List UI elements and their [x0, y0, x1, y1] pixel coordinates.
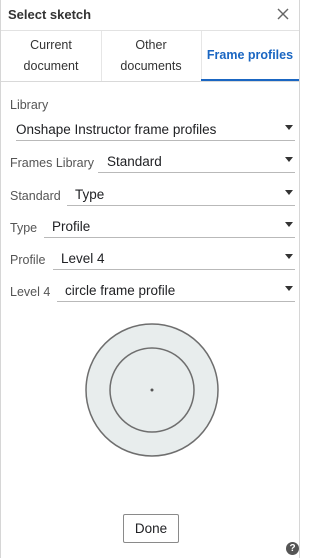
type-value: Profile	[52, 219, 91, 234]
select-sketch-dialog: Select sketch Current document Other doc…	[0, 0, 300, 558]
tab-label: Other	[135, 38, 167, 52]
done-button[interactable]: Done	[123, 514, 179, 543]
tab-label: Frame profiles	[206, 47, 294, 62]
dialog-titlebar: Select sketch	[1, 0, 299, 31]
tab-label: Current	[30, 38, 72, 52]
standard-select[interactable]: Type	[67, 184, 295, 206]
chevron-down-icon	[285, 125, 293, 130]
level4-select[interactable]: circle frame profile	[57, 280, 295, 302]
tab-bar: Current document Other documents Frame p…	[1, 31, 299, 82]
library-label: Library	[10, 98, 49, 112]
profile-select[interactable]: Level 4	[53, 248, 295, 270]
dialog-title: Select sketch	[8, 7, 92, 22]
tab-label: documents	[120, 59, 182, 73]
chevron-down-icon	[285, 222, 293, 227]
frames-library-value: Standard	[107, 154, 162, 169]
tab-frame-profiles[interactable]: Frame profiles	[201, 31, 299, 81]
chevron-down-icon	[285, 190, 293, 195]
library-select[interactable]: Onshape Instructor frame profiles	[16, 119, 295, 141]
standard-label: Standard	[10, 189, 61, 203]
library-value: Onshape Instructor frame profiles	[16, 122, 217, 137]
frames-library-select[interactable]: Standard	[98, 151, 295, 173]
profile-label: Profile	[10, 253, 46, 267]
frames-library-label: Frames Library	[10, 156, 95, 170]
close-icon[interactable]	[275, 6, 291, 22]
tab-label: document	[23, 59, 79, 73]
level4-value: circle frame profile	[65, 283, 176, 298]
chevron-down-icon	[285, 286, 293, 291]
standard-value: Type	[75, 187, 105, 202]
type-label: Type	[10, 221, 38, 235]
profile-value: Level 4	[61, 251, 105, 266]
tab-current-document[interactable]: Current document	[1, 31, 101, 81]
chevron-down-icon	[285, 254, 293, 259]
center-point	[150, 388, 154, 392]
level4-label: Level 4	[10, 285, 51, 299]
help-icon[interactable]: ?	[286, 542, 299, 555]
type-select[interactable]: Profile	[44, 216, 295, 238]
profile-preview	[85, 323, 219, 457]
chevron-down-icon	[285, 157, 293, 162]
tab-other-documents[interactable]: Other documents	[101, 31, 201, 81]
